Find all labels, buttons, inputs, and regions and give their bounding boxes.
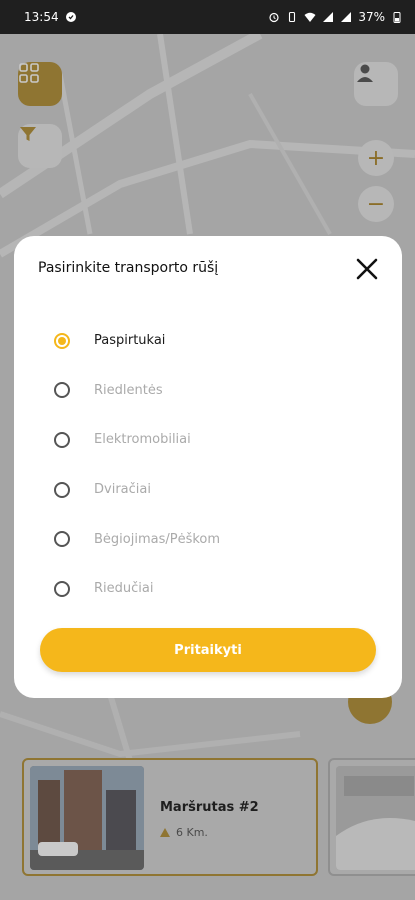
wifi-icon [304, 12, 316, 22]
close-button[interactable] [354, 256, 380, 282]
dialog-title: Pasirinkite transporto rūšį [38, 260, 219, 276]
filter-icon [20, 127, 36, 141]
option-dviraciai[interactable]: Dviračiai [54, 465, 374, 515]
option-label: Dviračiai [94, 482, 151, 498]
route-distance: 6 Km. [160, 826, 208, 839]
alarm-icon [269, 12, 279, 23]
battery-icon [393, 12, 401, 23]
transport-type-dialog: Pasirinkite transporto rūšį Paspirtukai … [14, 236, 402, 698]
profile-button[interactable] [354, 62, 398, 106]
transport-options: Paspirtukai Riedlentės Elektromobiliai D… [54, 316, 374, 614]
option-begiojimas[interactable]: Bėgiojimas/Pėškom [54, 514, 374, 564]
plus-icon: + [366, 145, 386, 171]
route-thumbnail-2 [336, 766, 415, 870]
battery-percent: 37% [358, 10, 385, 24]
option-elektromobiliai[interactable]: Elektromobiliai [54, 415, 374, 465]
option-label: Riedlentės [94, 382, 163, 398]
distance-icon [160, 828, 170, 837]
route-thumbnail [30, 766, 144, 870]
vibrate-icon [289, 11, 296, 23]
radio-button[interactable] [54, 382, 70, 399]
zoom-in-button[interactable]: + [358, 140, 394, 176]
radio-button[interactable] [54, 481, 70, 498]
grid-menu-button[interactable] [18, 62, 62, 106]
close-icon [356, 258, 378, 280]
route-image-2 [336, 766, 415, 870]
status-bar: 13:54 37% [0, 0, 415, 34]
user-icon [357, 64, 373, 82]
signal-icon [323, 12, 334, 22]
option-label: Bėgiojimas/Pėškom [94, 531, 221, 547]
route-card-2[interactable] [328, 758, 415, 876]
apply-button[interactable]: Pritaikyti [40, 628, 376, 672]
radio-button[interactable] [54, 431, 70, 448]
option-label: Riedučiai [94, 581, 154, 597]
route-card[interactable]: Maršrutas #2 6 Km. [22, 758, 318, 876]
radio-button[interactable] [54, 580, 70, 597]
option-label: Paspirtukai [94, 333, 166, 349]
route-image [30, 766, 144, 870]
grid-icon [19, 63, 39, 83]
status-time: 13:54 [24, 10, 59, 24]
option-label: Elektromobiliai [94, 432, 191, 448]
route-distance-value: 6 Km. [176, 826, 208, 839]
option-paspirtukai[interactable]: Paspirtukai [54, 316, 374, 366]
signal-icon-2 [341, 12, 352, 22]
option-rieduciai[interactable]: Riedučiai [54, 564, 374, 614]
radio-button[interactable] [54, 531, 70, 548]
minus-icon: − [366, 191, 386, 217]
route-title: Maršrutas #2 [160, 800, 259, 815]
zoom-out-button[interactable]: − [358, 186, 394, 222]
notification-icon [65, 12, 76, 22]
option-riedlentes[interactable]: Riedlentės [54, 366, 374, 416]
filter-button[interactable] [18, 124, 62, 168]
radio-button[interactable] [54, 332, 70, 349]
